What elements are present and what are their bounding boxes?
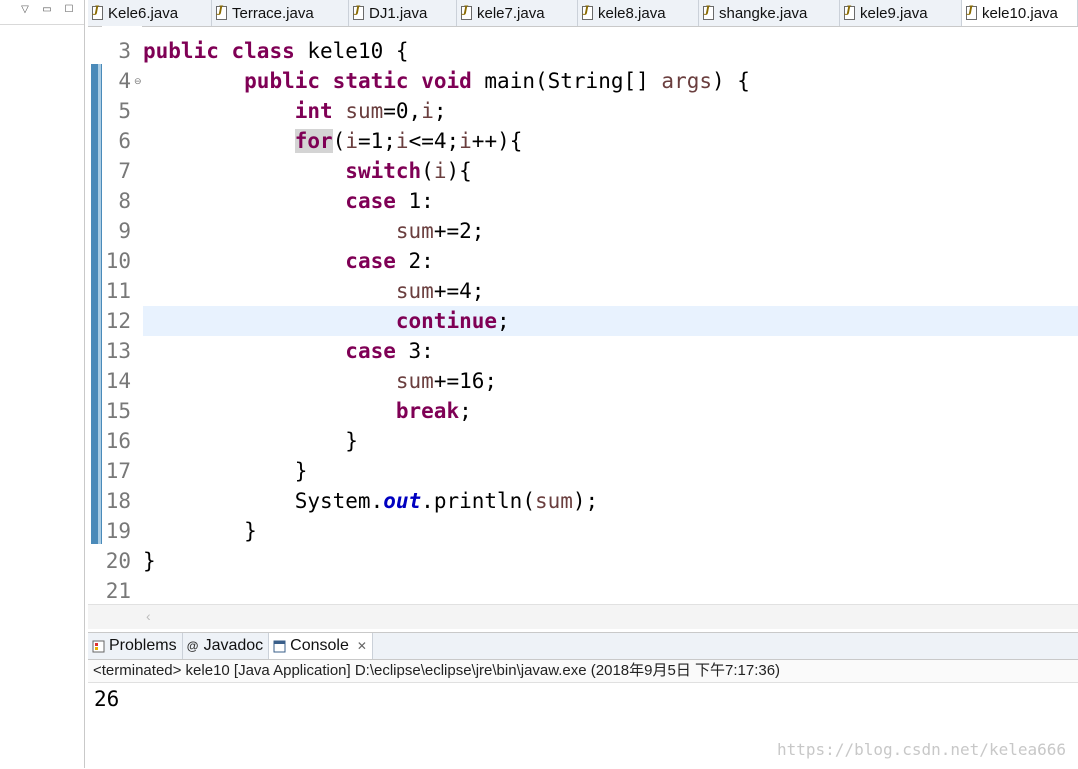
scroll-left-icon[interactable]: ‹ (146, 608, 151, 624)
code-line-19: } (244, 519, 257, 543)
java-file-icon (582, 5, 593, 20)
line-number: 12 (105, 309, 131, 333)
code-line-9: sum+=2; (395, 219, 485, 243)
line-number: 13 (105, 339, 131, 363)
line-number: 6 (118, 129, 131, 153)
code-line-20: } (143, 549, 156, 573)
tab-label: kele9.java (860, 4, 928, 22)
editor-tab-bar: Kele6.java Terrace.java DJ1.java kele7.j… (88, 0, 1078, 27)
tab-kele7[interactable]: kele7.java (457, 0, 578, 26)
line-number: 10 (105, 249, 131, 273)
code-line-18: System.out.println(sum); (294, 489, 599, 513)
code-line-7: switch(i){ (345, 159, 472, 183)
line-number: 11 (105, 279, 131, 303)
line-number: 19 (105, 519, 131, 543)
code-area[interactable]: 3 4 ⊖ 5 6 7 8 9 10 11 12 13 14 15 16 17 … (88, 26, 1078, 604)
line-number: 21 (105, 579, 131, 603)
horizontal-scrollbar[interactable]: ‹ (88, 604, 1078, 629)
line-number: 18 (105, 489, 131, 513)
code-line-11: sum+=4; (395, 279, 485, 303)
tab-shangke[interactable]: shangke.java (699, 0, 840, 26)
tab-kele10[interactable]: kele10.java (962, 0, 1078, 26)
code-line-14: sum+=16; (395, 369, 498, 393)
tab-terrace[interactable]: Terrace.java (212, 0, 349, 26)
tab-label: shangke.java (719, 4, 808, 22)
code-line-10: case 2: (345, 249, 434, 273)
tab-label: DJ1.java (369, 4, 428, 22)
console-icon (272, 639, 286, 653)
tab-dj1[interactable]: DJ1.java (349, 0, 457, 26)
tab-label: kele7.java (477, 4, 545, 22)
javadoc-icon: @ (186, 639, 199, 653)
java-file-icon (216, 5, 227, 20)
console-status: <terminated> kele10 [Java Application] D… (88, 660, 1078, 683)
java-file-icon (461, 5, 472, 20)
code-line-4: public static void main(String[] args) { (244, 69, 750, 93)
line-number: 16 (105, 429, 131, 453)
change-ruler (91, 64, 102, 544)
line-number: 7 (118, 159, 131, 183)
minimize-icon[interactable]: ▭ (40, 2, 54, 16)
tab-kele6[interactable]: Kele6.java (88, 0, 212, 26)
tab-label: kele10.java (982, 4, 1058, 22)
line-number: 5 (118, 99, 131, 123)
code-line-6: for(i=1;i<=4;i++){ (294, 129, 523, 153)
code-line-8: case 1: (345, 189, 434, 213)
view-divider (0, 24, 84, 25)
java-file-icon (844, 5, 855, 20)
problems-icon (91, 639, 105, 653)
line-number: 17 (105, 459, 131, 483)
view-tab-bar: Problems @ Javadoc Console ✕ (88, 633, 1078, 660)
line-number: 3 (118, 39, 131, 63)
tab-kele8[interactable]: kele8.java (578, 0, 699, 26)
line-number-ruler: 3 4 ⊖ 5 6 7 8 9 10 11 12 13 14 15 16 17 … (102, 26, 142, 604)
code-line-17: } (294, 459, 308, 483)
tab-label: Kele6.java (108, 4, 179, 22)
tab-label: Problems (109, 637, 177, 654)
tab-label: Console (290, 637, 349, 654)
line-number: 14 (105, 369, 131, 393)
code-line-5: int sum=0,i; (294, 99, 447, 123)
line-number: 4 (118, 69, 131, 93)
java-file-icon (966, 5, 977, 20)
close-icon[interactable]: ✕ (357, 639, 367, 653)
tab-console[interactable]: Console ✕ (269, 633, 373, 659)
java-file-icon (92, 5, 103, 20)
java-file-icon (703, 5, 714, 20)
line-number: 8 (118, 189, 131, 213)
console-output[interactable]: 26 (88, 683, 1078, 715)
code-line-3: public class kele10 { (143, 39, 409, 63)
java-editor: Kele6.java Terrace.java DJ1.java kele7.j… (88, 0, 1078, 629)
tab-javadoc[interactable]: @ Javadoc (183, 633, 270, 659)
left-view-panel: ▽ ▭ ☐ (0, 0, 85, 768)
maximize-icon[interactable]: ☐ (62, 2, 76, 16)
line-number: 9 (118, 219, 131, 243)
tab-kele9[interactable]: kele9.java (840, 0, 962, 26)
line-number: 20 (105, 549, 131, 573)
line-number: 15 (105, 399, 131, 423)
tab-label: Javadoc (203, 637, 264, 654)
fold-collapse-icon[interactable]: ⊖ (134, 66, 142, 96)
code-line-12: continue; (395, 309, 510, 333)
java-file-icon (353, 5, 364, 20)
view-menu-icon[interactable]: ▽ (18, 2, 32, 16)
watermark: https://blog.csdn.net/kelea666 (777, 740, 1066, 759)
tab-label: Terrace.java (232, 4, 314, 22)
code-line-16: } (345, 429, 358, 453)
tab-problems[interactable]: Problems (88, 633, 183, 659)
code-line-15: break; (395, 399, 472, 423)
keyword-occurrence-highlight: for (294, 129, 333, 153)
console-view: Problems @ Javadoc Console ✕ <terminated… (88, 632, 1078, 769)
code-line-13: case 3: (345, 339, 434, 363)
tab-label: kele8.java (598, 4, 666, 22)
